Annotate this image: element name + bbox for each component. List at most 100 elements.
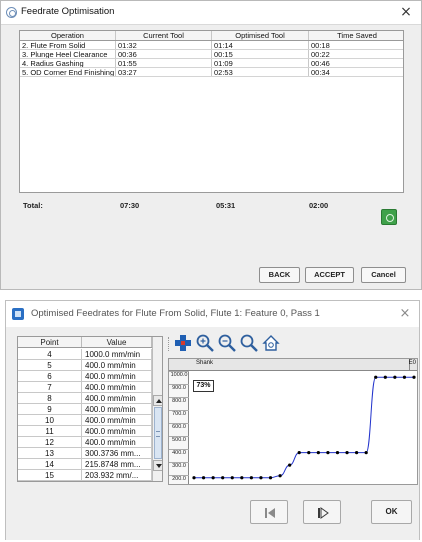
cell-optimised-tool: 01:14 [212, 41, 309, 49]
cell-value: 400.0 mm/min [82, 437, 152, 447]
feedrate-point[interactable] [221, 476, 225, 480]
table-row[interactable]: 5 400.0 mm/min [18, 360, 152, 371]
green-refresh-icon[interactable] [381, 209, 397, 225]
table-row[interactable]: 2. Flute From Solid 01:32 01:14 00:18 [20, 41, 403, 50]
feedrate-point[interactable] [326, 451, 330, 455]
dialog-title: Feedrate Optimisation [21, 6, 115, 17]
y-tick-label: 500.0 [169, 436, 189, 444]
totals-row: Total: 07:30 05:31 02:00 [23, 201, 403, 213]
feedrate-point[interactable] [345, 451, 349, 455]
cell-value: 215.8748 mm... [82, 459, 152, 469]
table-row[interactable]: 4. Radius Gashing 01:55 01:09 00:46 [20, 59, 403, 68]
cell-value: 400.0 mm/min [82, 360, 152, 370]
table-row[interactable]: 4 1000.0 mm/min [18, 349, 152, 360]
feedrate-point[interactable] [278, 474, 282, 478]
add-point-icon[interactable] [173, 333, 193, 353]
cell-point: 6 [18, 371, 82, 381]
feedrate-point[interactable] [335, 451, 340, 455]
feedrate-point[interactable] [412, 375, 416, 379]
cell-current-tool: 01:32 [116, 41, 212, 49]
feedrate-curve[interactable] [190, 371, 418, 484]
feedrate-point[interactable] [211, 476, 215, 480]
spiral-icon [6, 7, 17, 18]
table-row[interactable]: 12 400.0 mm/min [18, 437, 152, 448]
scroll-down-icon[interactable] [153, 460, 162, 471]
cell-optimised-tool: 02:53 [212, 68, 309, 76]
dialog-title: Optimised Feedrates for Flute From Solid… [31, 308, 320, 319]
column-header-value[interactable]: Value [82, 337, 152, 347]
zoom-fit-icon[interactable] [239, 333, 259, 353]
feedrate-point[interactable] [402, 375, 407, 379]
feedrate-line [194, 376, 414, 479]
total-optimised-tool: 05:31 [216, 201, 236, 210]
feedrate-point[interactable] [297, 451, 301, 455]
next-button[interactable] [303, 500, 341, 524]
feedrate-point[interactable] [201, 476, 206, 480]
table-row[interactable]: 8 400.0 mm/min [18, 393, 152, 404]
cell-point: 10 [18, 415, 82, 425]
cell-point: 13 [18, 448, 82, 458]
zoom-in-icon[interactable] [195, 333, 215, 353]
total-current-tool: 07:30 [120, 201, 140, 210]
cell-point: 12 [18, 437, 82, 447]
table-row[interactable]: 3. Plunge Heel Clearance 00:36 00:15 00:… [20, 50, 403, 59]
column-header-operation[interactable]: Operation [20, 31, 116, 40]
cell-operation: 4. Radius Gashing [20, 59, 116, 67]
band-label-e0: E0 [408, 360, 416, 366]
close-button[interactable]: × [397, 305, 413, 323]
feedrate-point[interactable] [374, 375, 378, 379]
feedrate-point[interactable] [249, 476, 253, 480]
y-tick-label: 700.0 [169, 410, 189, 418]
optimised-feedrates-dialog: Optimised Feedrates for Flute From Solid… [5, 300, 420, 540]
column-header-optimised-tool[interactable]: Optimised Tool [212, 31, 309, 40]
ok-button[interactable]: OK [371, 500, 412, 524]
table-row[interactable]: 13 300.3736 mm... [18, 448, 152, 459]
feedrate-point[interactable] [230, 476, 234, 480]
previous-button[interactable] [250, 500, 288, 524]
home-icon[interactable] [261, 333, 281, 353]
cell-value: 203.932 mm/... [82, 470, 152, 480]
table-row[interactable]: 10 400.0 mm/min [18, 415, 152, 426]
y-tick-label: 300.0 [169, 462, 189, 470]
cell-value: 300.3736 mm... [82, 448, 152, 458]
table-row[interactable]: 15 203.932 mm/... [18, 470, 152, 481]
cell-time-saved: 00:22 [311, 50, 330, 58]
cancel-button[interactable]: Cancel [361, 267, 406, 283]
chart-toolbar [168, 333, 288, 355]
feedrate-point[interactable] [364, 451, 368, 455]
zoom-out-icon[interactable] [217, 333, 237, 353]
close-button[interactable]: × [397, 2, 415, 22]
column-header-point[interactable]: Point [18, 337, 82, 347]
cell-operation: 5. OD Corner End Finishing [22, 68, 116, 76]
feedrate-point[interactable] [355, 451, 359, 455]
column-header-current-tool[interactable]: Current Tool [116, 31, 212, 40]
feedrate-point[interactable] [268, 476, 273, 480]
feedrate-point[interactable] [307, 451, 311, 455]
toolbar-grip[interactable] [168, 337, 171, 351]
table-row[interactable]: 5. OD Corner End Finishing 03:27 02:53 0… [20, 68, 403, 77]
operations-table: Operation Current Tool Optimised Tool Ti… [19, 30, 404, 193]
column-header-time-saved[interactable]: Time Saved [309, 31, 405, 40]
feedrate-point[interactable] [240, 476, 244, 480]
scrollbar-thumb[interactable] [154, 407, 162, 459]
back-button[interactable]: BACK [259, 267, 300, 283]
feedrate-point[interactable] [383, 375, 387, 379]
scroll-up-icon[interactable] [153, 395, 162, 406]
table-row[interactable]: 11 400.0 mm/min [18, 426, 152, 437]
feedrate-point[interactable] [259, 476, 263, 480]
table-row[interactable]: 14 215.8748 mm... [18, 459, 152, 470]
table-row[interactable]: 6 400.0 mm/min [18, 371, 152, 382]
table-row[interactable]: 9 400.0 mm/min [18, 404, 152, 415]
feedrate-point[interactable] [393, 375, 397, 379]
vertical-scrollbar[interactable] [152, 337, 162, 481]
cell-point: 11 [18, 426, 82, 436]
feedrate-point[interactable] [192, 476, 196, 480]
feedrate-point[interactable] [288, 463, 292, 467]
accept-button[interactable]: ACCEPT [305, 267, 354, 283]
cell-value: 400.0 mm/min [82, 426, 152, 436]
cell-value: 400.0 mm/min [82, 371, 152, 381]
feedrate-chart[interactable]: Shank E0 1000.0 900.0 800.0 700.0 600.0 … [168, 358, 418, 485]
table-row[interactable]: 7 400.0 mm/min [18, 382, 152, 393]
feedrate-point[interactable] [316, 451, 320, 455]
y-tick-label: 600.0 [169, 423, 189, 431]
